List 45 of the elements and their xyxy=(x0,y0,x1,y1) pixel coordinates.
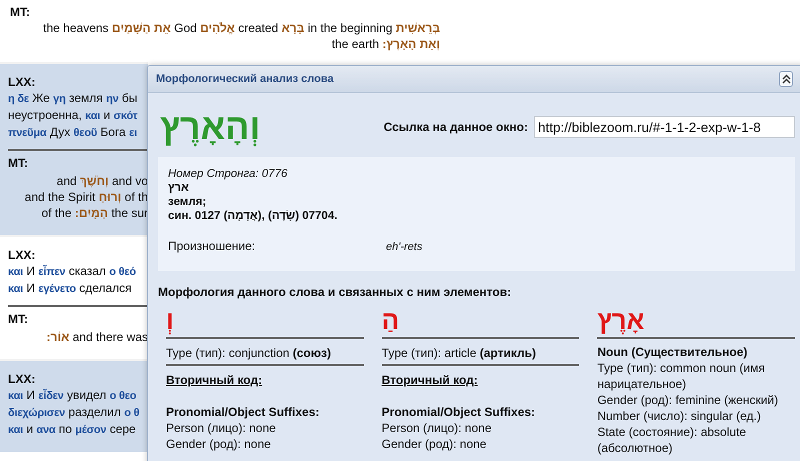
translation-label: MT: xyxy=(8,155,29,171)
verse-line: και И εἶπεν сказал ο θεό xyxy=(8,263,137,280)
type-text: Type (тип): conjunction (союз) xyxy=(166,339,364,366)
word-part: וְ xyxy=(166,305,174,335)
morphology-text: State (состояние): absolute (абсолютное) xyxy=(597,424,748,456)
part-of-speech-heading: Noun (Существительное) xyxy=(597,344,748,360)
verse-line: διεχώρισεν разделил ο θ xyxy=(8,404,140,421)
word-part: אָרֶץ xyxy=(597,305,644,335)
morphology-text: Person (лицо): none xyxy=(382,420,492,436)
translation-label: LXX: xyxy=(8,74,36,90)
double-chevron-up-icon xyxy=(782,74,790,84)
translation-label: MT: xyxy=(10,4,31,20)
translation-label: LXX: xyxy=(8,371,36,387)
lemma-text: ארץ xyxy=(168,181,190,195)
morphology-text: Gender (род): feminine (женский) xyxy=(597,392,780,408)
pronunciation-text: eh'-rets xyxy=(386,241,422,253)
link-label: Ссылка на данное окно: xyxy=(384,120,528,134)
verse-line: και И εἶδεν увидел ο θεο xyxy=(8,387,138,404)
collapse-button[interactable] xyxy=(779,71,793,87)
secondary-code-heading: Вторичный код: xyxy=(382,372,479,388)
link-field[interactable]: http://biblezoom.ru/#-1-1-2-exp-w-1-8 xyxy=(534,116,795,138)
morphology-text: Person (лицо): none xyxy=(166,420,277,436)
morphology-text: Gender (род): none xyxy=(166,436,272,452)
synonyms-text: син. 0127 (אֲדָמָה), 07704 (שָׂדֶה). xyxy=(168,209,338,223)
type-text: Type (тип): article (артикль) xyxy=(382,339,580,366)
morphology-text: Number (число): singular (ед.) xyxy=(597,408,762,424)
hebrew-word: וְהָאָרֶץ xyxy=(160,105,260,149)
pronunciation-label: Произношение: xyxy=(168,239,256,253)
translation-label: LXX: xyxy=(8,247,36,263)
meaning-text: земля; xyxy=(168,195,208,209)
dialog-title: Морфологический анализ слова xyxy=(156,73,334,85)
suffixes-heading: Pronomial/Object Suffixes: xyxy=(166,404,320,420)
word-part: הַ xyxy=(382,305,400,335)
morphology-text: Gender (род): none xyxy=(382,436,488,452)
verse-line: και И εγένετο сделался xyxy=(8,280,133,297)
suffixes-heading: Pronomial/Object Suffixes: xyxy=(382,404,536,420)
verse-line: και и ανα по μέσον сере xyxy=(8,421,137,438)
secondary-code-heading: Вторичный код: xyxy=(166,372,264,388)
translation-label: MT: xyxy=(8,311,29,327)
verse-line: η δε Же γη земля ην бы xyxy=(8,90,138,107)
verse-line: πνεῦμα Дух θεοῦ Бога ει xyxy=(8,124,138,141)
strong-number: Номер Стронга: 0776 xyxy=(168,167,288,181)
morphology-text: Type (тип): common noun (имя нарицательное) xyxy=(597,360,766,392)
morphology-heading: Морфология данного слова и связанных с ним элементов: xyxy=(158,285,512,299)
verse-line: неустроенна, και и σκότ xyxy=(8,107,138,124)
